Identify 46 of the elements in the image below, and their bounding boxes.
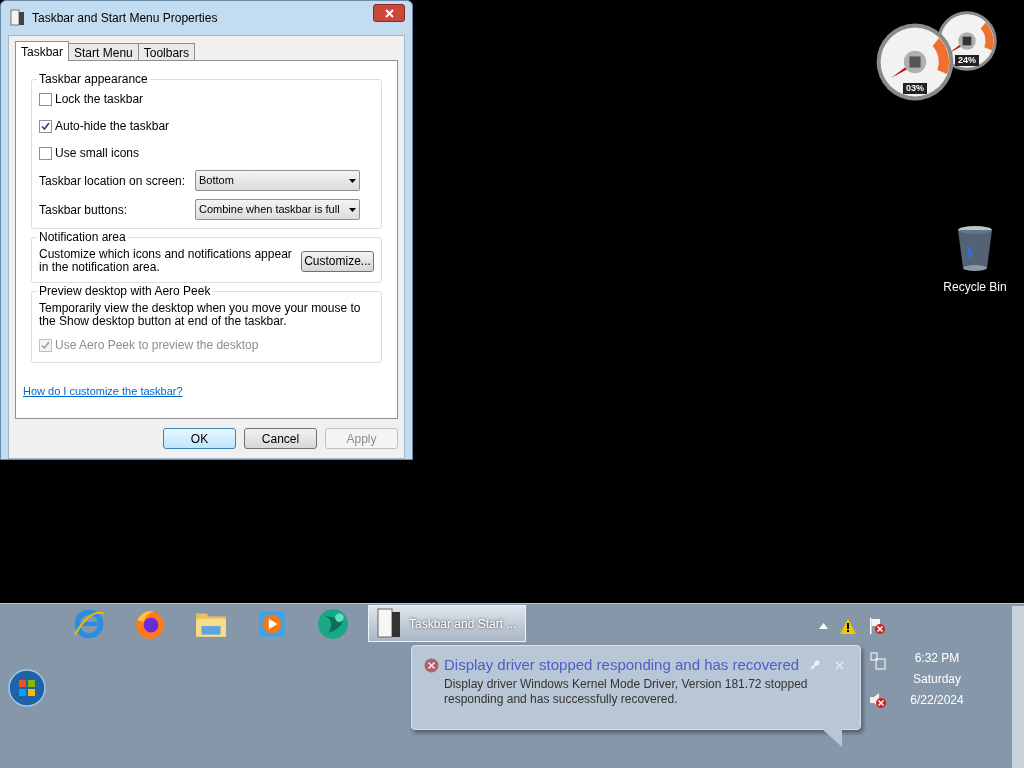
checkbox-label: Use small icons [55,145,140,162]
field-label: Taskbar location on screen: [39,172,187,190]
muted-speaker-icon[interactable] [869,692,887,708]
checkbox[interactable] [39,146,52,160]
help-link[interactable]: How do I customize the taskbar? [23,383,183,400]
close-button[interactable] [373,4,405,22]
peek-description: Temporarily view the desktop when you move your mouse to the Show desktop button at end of the taskbar. [39,302,362,328]
checkbox[interactable] [39,92,52,106]
checkbox-label: Auto-hide the taskbar [55,118,170,135]
start-button[interactable] [8,669,46,707]
error-icon [424,657,439,673]
tab[interactable]: Start Menu [68,43,139,60]
globe-icon[interactable] [316,606,350,641]
network-icon[interactable] [870,652,886,670]
checkbox[interactable] [39,119,52,133]
icon-label: Recycle Bin [943,279,1007,296]
window-icon [375,607,403,640]
checkbox-label: Lock the taskbar [55,91,144,108]
dropdown[interactable]: Bottom [195,170,360,191]
dialog-button[interactable]: Cancel [244,428,317,449]
flag-icon[interactable] [868,617,886,635]
show-hidden-icons-arrow[interactable] [819,623,828,629]
balloon-title: Display driver stopped responding and has recovered [444,655,800,675]
field-label: Taskbar buttons: [39,201,129,219]
group-title: Preview desktop with Aero Peek [37,284,213,298]
checkbox-label: Use Aero Peek to preview the desktop [55,337,259,354]
balloon-message: Display driver Windows Kernel Mode Driver, Version 181.72 stopped responding and has successfully recovered. [444,676,809,707]
scrollbar[interactable] [1012,606,1024,768]
group-title: Notification area [37,230,128,244]
group-title: Taskbar appearance [37,72,150,86]
gauge-icon [875,22,955,102]
window-icon [10,9,26,27]
warning-icon[interactable] [840,618,856,634]
tab[interactable]: Taskbar [15,41,70,61]
caret-icon [349,207,356,212]
notification-description: Customize which icons and notifications appear in the notification area. [39,248,293,274]
customize-button[interactable]: Customize... [301,250,374,272]
window-title: Taskbar and Start Menu Properties [32,10,219,27]
gauge-reading: 03% [903,83,927,94]
close-icon [384,8,394,18]
dropdown[interactable]: Combine when taskbar is full [195,199,360,220]
caret-icon [349,178,356,183]
dialog-button[interactable]: OK [163,428,236,449]
tab[interactable]: Toolbars [137,43,196,60]
gauge-reading: 24% [955,54,979,66]
recycle-bin-icon[interactable] [955,224,995,272]
